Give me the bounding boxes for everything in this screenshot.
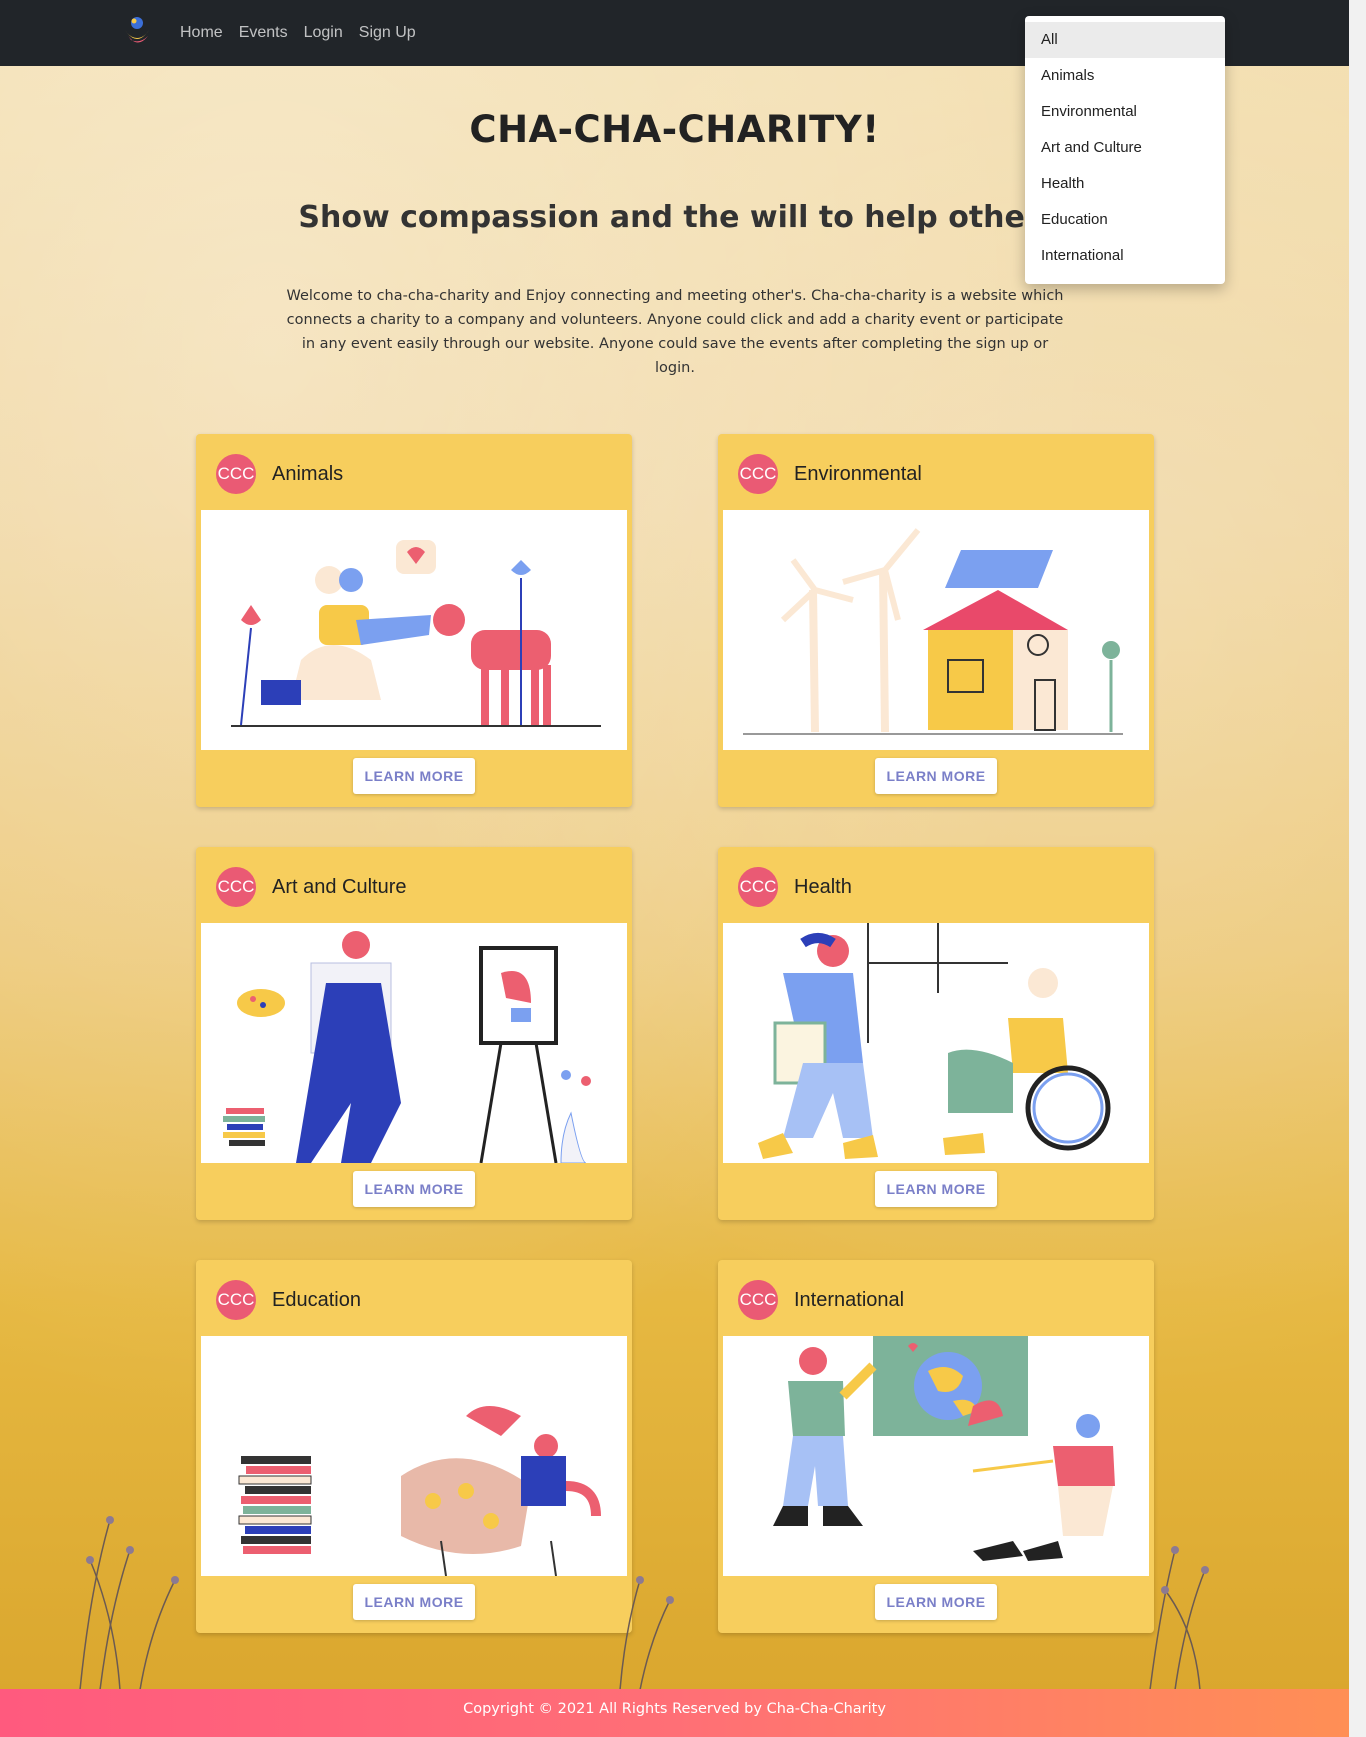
card-title: Environmental — [794, 462, 922, 485]
illustration-environmental — [743, 528, 1123, 735]
card-image-animals — [201, 510, 627, 750]
card-title: International — [794, 1288, 905, 1311]
card-art-and-culture: CCC Art and Culture LEARN MORE — [196, 847, 632, 1220]
learn-more-button[interactable]: LEARN MORE — [353, 1171, 475, 1207]
card-image-art-and-culture — [201, 923, 627, 1163]
logo-icon[interactable] — [122, 14, 152, 50]
avatar: CCC — [216, 1280, 256, 1320]
dropdown-option-animals[interactable]: Animals — [1025, 58, 1225, 94]
card-animals: CCC Animals LEARN MORE — [196, 434, 632, 807]
nav-links: Home Events Login Sign Up — [180, 24, 416, 42]
nav-link-login[interactable]: Login — [304, 24, 343, 42]
illustration-animals — [231, 540, 601, 727]
dropdown-option-all[interactable]: All — [1025, 22, 1225, 58]
nav-link-home[interactable]: Home — [180, 24, 223, 42]
card-header: CCC Animals — [216, 454, 343, 494]
nav-link-signup[interactable]: Sign Up — [359, 24, 416, 42]
card-title: Health — [794, 875, 852, 898]
card-title: Animals — [272, 462, 344, 485]
learn-more-button[interactable]: LEARN MORE — [875, 758, 997, 794]
card-environmental: CCC Environmental LEARN MORE — [718, 434, 1154, 807]
card-header: CCC Art and Culture — [216, 867, 407, 907]
illustration-art — [223, 931, 591, 1163]
category-dropdown-menu[interactable]: All Animals Environmental Art and Cultur… — [1025, 16, 1225, 284]
card-title: Education — [272, 1288, 361, 1311]
footer: Copyright © 2021 All Rights Reserved by … — [0, 1689, 1349, 1737]
card-header: CCC Environmental — [738, 454, 922, 494]
illustration-health — [758, 923, 1111, 1159]
page-background: Home Events Login Sign Up CHA-CHA-CHARIT… — [0, 0, 1349, 1737]
learn-more-button[interactable]: LEARN MORE — [875, 1171, 997, 1207]
avatar: CCC — [216, 454, 256, 494]
hero-description: Welcome to cha-cha-charity and Enjoy con… — [286, 288, 1064, 376]
dropdown-option-environmental[interactable]: Environmental — [1025, 94, 1225, 130]
dropdown-option-health[interactable]: Health — [1025, 166, 1225, 202]
learn-more-button[interactable]: LEARN MORE — [353, 758, 475, 794]
dried-flowers-decoration — [79, 1516, 1209, 1690]
dropdown-option-education[interactable]: Education — [1025, 202, 1225, 238]
copyright-text: Copyright © 2021 All Rights Reserved by … — [463, 1701, 886, 1717]
vertical-scrollbar[interactable] — [1349, 0, 1366, 1737]
dropdown-option-international[interactable]: International — [1025, 238, 1225, 274]
avatar: CCC — [738, 867, 778, 907]
nav-link-events[interactable]: Events — [239, 24, 288, 42]
card-health: CCC Health LEARN MORE — [718, 847, 1154, 1220]
avatar: CCC — [738, 1280, 778, 1320]
dropdown-option-art-and-culture[interactable]: Art and Culture — [1025, 130, 1225, 166]
card-header: CCC Education — [216, 1280, 361, 1320]
card-image-environmental — [723, 510, 1149, 750]
card-header: CCC International — [738, 1280, 904, 1320]
card-title: Art and Culture — [272, 875, 407, 898]
card-header: CCC Health — [738, 867, 852, 907]
avatar: CCC — [216, 867, 256, 907]
card-image-health — [723, 923, 1149, 1163]
avatar: CCC — [738, 454, 778, 494]
